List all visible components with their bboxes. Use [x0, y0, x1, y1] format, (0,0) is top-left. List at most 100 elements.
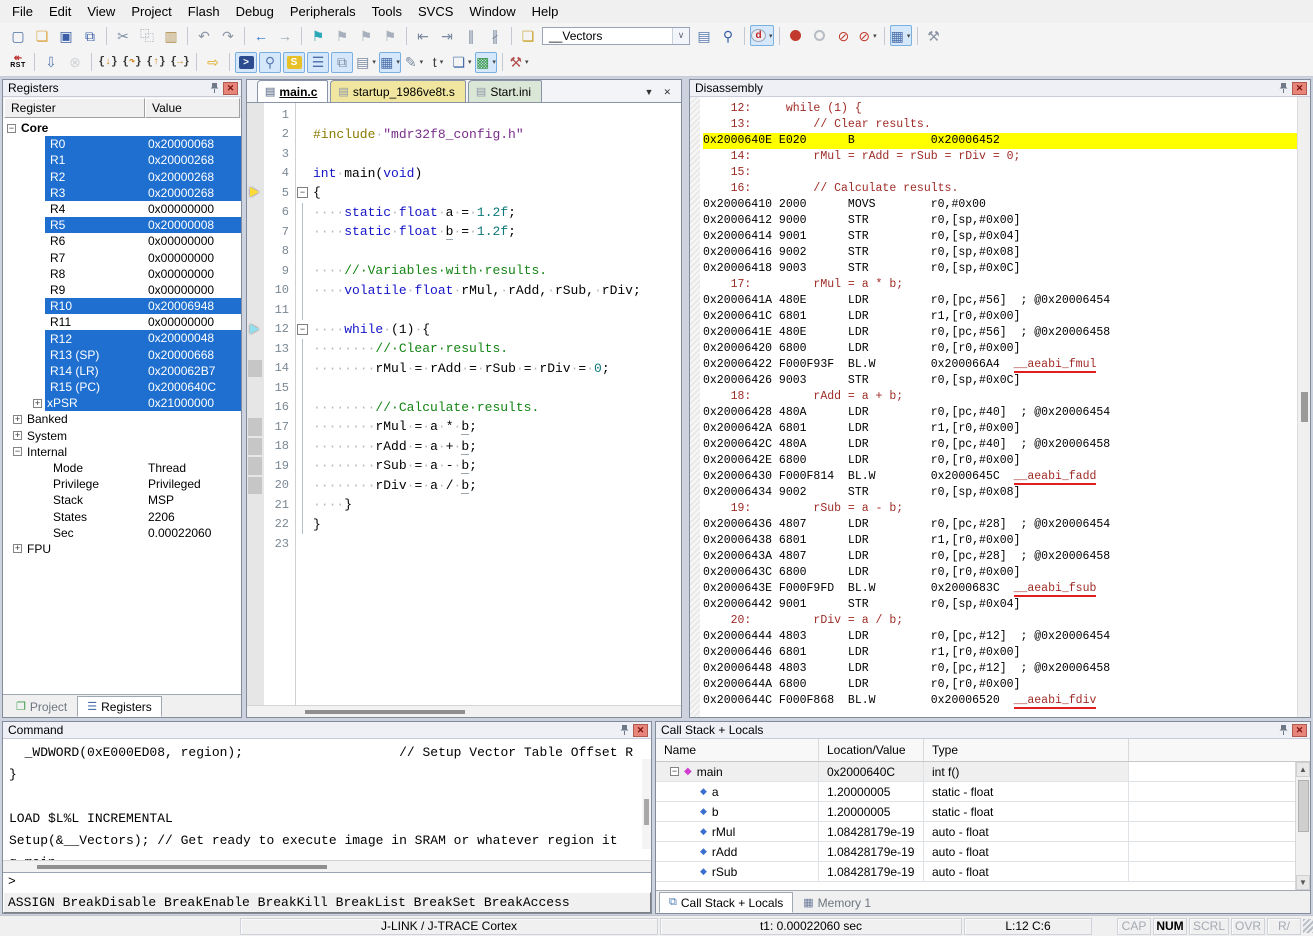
dock-tab-call-stack-locals[interactable]: ⧉Call Stack + Locals — [659, 892, 793, 913]
fold-column[interactable] — [295, 534, 310, 554]
register-row-FPU[interactable]: +FPU — [3, 541, 241, 557]
navigate-forward-button[interactable]: → — [274, 25, 296, 46]
fold-column[interactable] — [295, 222, 310, 242]
menu-item-svcs[interactable]: SVCS — [410, 1, 461, 22]
register-row-Banked[interactable]: +Banked — [3, 411, 241, 427]
scrollbar-thumb[interactable] — [305, 710, 465, 714]
disasm-source-line[interactable]: 12: while (1) { — [703, 101, 1310, 117]
editor-margin[interactable] — [247, 359, 264, 379]
disasm-instruction-line[interactable]: 0x20006414 9001 STR r0,[sp,#0x04] — [703, 229, 1310, 245]
fold-column[interactable] — [295, 105, 310, 125]
command-vertical-scrollbar[interactable] — [642, 759, 651, 849]
menu-item-window[interactable]: Window — [461, 1, 523, 22]
editor-margin[interactable] — [247, 281, 264, 301]
register-row-System[interactable]: +System — [3, 428, 241, 444]
resize-grip[interactable] — [1303, 919, 1313, 933]
editor-margin[interactable] — [247, 242, 264, 262]
register-row-R11[interactable]: R110x00000000 — [3, 314, 241, 330]
command-output[interactable]: _WDWORD(0xE000ED08, region); // Setup Ve… — [3, 739, 651, 860]
dock-tab-registers[interactable]: ☰Registers — [77, 696, 162, 717]
register-row-Privilege[interactable]: PrivilegePrivileged — [3, 476, 241, 492]
callstack-row-rAdd[interactable]: ◆rAdd1.08428179e-19auto - float — [656, 842, 1310, 862]
start-stop-debug-button[interactable]: d▾ — [750, 25, 774, 46]
expand-icon[interactable]: + — [13, 415, 22, 424]
disasm-instruction-line[interactable]: 0x20006448 4803 LDR r0,[pc,#12] ; @0x200… — [703, 661, 1310, 677]
disassembly-vertical-scrollbar[interactable] — [1297, 97, 1310, 717]
analysis-windows-button[interactable]: ❏▾ — [451, 52, 473, 73]
type-column-header[interactable]: Type — [924, 739, 1129, 761]
register-row-R15PC[interactable]: R15 (PC)0x2000640C — [3, 379, 241, 395]
symbol-link[interactable]: __aeabi_fsub — [1014, 582, 1097, 597]
editor-margin[interactable] — [247, 320, 264, 340]
unindent-button[interactable]: ⇤ — [412, 25, 434, 46]
disassembly-view[interactable]: 12: while (1) { 13: // Clear results.0x2… — [690, 97, 1310, 717]
pin-icon[interactable] — [620, 724, 629, 736]
fold-column[interactable] — [295, 515, 310, 535]
register-row-R1[interactable]: R10x20000268 — [3, 152, 241, 168]
register-row-R5[interactable]: R50x20000008 — [3, 217, 241, 233]
redo-button[interactable]: ↷ — [217, 25, 239, 46]
step-over-button[interactable]: {↷} — [121, 52, 143, 73]
fold-column[interactable] — [295, 281, 310, 301]
register-row-R12[interactable]: R120x20000048 — [3, 330, 241, 346]
collapse-icon[interactable]: − — [7, 124, 16, 133]
copy-button[interactable]: ⿻ — [136, 25, 158, 46]
disasm-instruction-line[interactable]: 0x2000644A 6800 LDR r0,[r0,#0x00] — [703, 677, 1310, 693]
close-icon[interactable]: ✕ — [1292, 724, 1307, 737]
scrollbar-thumb[interactable] — [644, 799, 649, 825]
breakpoint-enable-button[interactable] — [809, 25, 831, 46]
editor-margin[interactable] — [247, 261, 264, 281]
memory-windows-button[interactable]: ▦▾ — [379, 52, 401, 73]
scrollbar-thumb[interactable] — [1301, 392, 1308, 422]
disasm-source-line[interactable]: 16: // Calculate results. — [703, 181, 1310, 197]
editor-margin[interactable] — [247, 203, 264, 223]
disasm-instruction-line[interactable]: 0x20006436 4807 LDR r0,[pc,#28] ; @0x200… — [703, 517, 1310, 533]
editor-tab-Start-ini[interactable]: ▤Start.ini — [468, 80, 542, 102]
editor-margin[interactable] — [247, 300, 264, 320]
bookmark-next-button[interactable]: ⚑ — [355, 25, 377, 46]
code-editor[interactable]: 12#include·"mdr32f8_config.h"34int·main(… — [247, 103, 681, 705]
callstack-row-rSub[interactable]: ◆rSub1.08428179e-19auto - float — [656, 862, 1310, 882]
register-row-Internal[interactable]: −Internal — [3, 444, 241, 460]
fold-collapse-icon[interactable]: − — [297, 187, 308, 198]
code-line-10[interactable]: 10····volatile·float·rMul,·rAdd,·rSub,·r… — [247, 281, 681, 301]
register-row-Sec[interactable]: Sec0.00022060 — [3, 525, 241, 541]
collapse-icon[interactable]: − — [670, 767, 679, 776]
disasm-source-line[interactable]: 17: rMul = a * b; — [703, 277, 1310, 293]
find-in-files-button[interactable]: ❏ — [517, 25, 539, 46]
disasm-instruction-line[interactable]: 0x20006412 9000 STR r0,[sp,#0x00] — [703, 213, 1310, 229]
register-row-R2[interactable]: R20x20000268 — [3, 169, 241, 185]
register-row-Stack[interactable]: StackMSP — [3, 492, 241, 508]
symbols-window-toggle[interactable]: S — [283, 52, 305, 73]
trace-windows-button[interactable]: t▾ — [427, 52, 449, 73]
code-line-14[interactable]: 14········rMul·=·rAdd·=·rSub·=·rDiv·=·0; — [247, 359, 681, 379]
register-row-R8[interactable]: R80x00000000 — [3, 266, 241, 282]
disasm-source-line[interactable]: 14: rMul = rAdd = rSub = rDiv = 0; — [703, 149, 1310, 165]
disasm-source-line[interactable]: 19: rSub = a - b; — [703, 501, 1310, 517]
disasm-instruction-line[interactable]: 0x2000641C 6801 LDR r1,[r0,#0x00] — [703, 309, 1310, 325]
close-icon[interactable]: ✕ — [223, 82, 238, 95]
editor-tab-main-c[interactable]: ▤main.c — [257, 80, 328, 102]
lookup-symbol-button[interactable]: ▤ — [693, 25, 715, 46]
disasm-source-line[interactable]: 18: rAdd = a + b; — [703, 389, 1310, 405]
breakpoint-kill-all-button[interactable]: ⊘▾ — [857, 25, 879, 46]
editor-margin[interactable] — [247, 495, 264, 515]
register-row-R14LR[interactable]: R14 (LR)0x200062B7 — [3, 363, 241, 379]
menu-item-view[interactable]: View — [79, 1, 123, 22]
editor-margin[interactable] — [247, 456, 264, 476]
code-line-13[interactable]: 13········//·Clear·results. — [247, 339, 681, 359]
close-icon[interactable]: ✕ — [1292, 82, 1307, 95]
code-line-23[interactable]: 23 — [247, 534, 681, 554]
register-row-R10[interactable]: R100x20006948 — [3, 298, 241, 314]
close-document-icon[interactable]: ✕ — [663, 87, 671, 98]
system-viewer-button[interactable]: ▩▾ — [475, 52, 497, 73]
disasm-instruction-line[interactable]: 0x2000642E 6800 LDR r0,[r0,#0x00] — [703, 453, 1310, 469]
location-column-header[interactable]: Location/Value — [819, 739, 924, 761]
menu-item-tools[interactable]: Tools — [364, 1, 410, 22]
code-line-15[interactable]: 15 — [247, 378, 681, 398]
disasm-instruction-line[interactable]: 0x2000643C 6800 LDR r0,[r0,#0x00] — [703, 565, 1310, 581]
value-column-header[interactable]: Value — [145, 98, 240, 118]
fold-column[interactable] — [295, 359, 310, 379]
register-row-States[interactable]: States2206 — [3, 509, 241, 525]
callstack-vertical-scrollbar[interactable]: ▲ ▼ — [1295, 762, 1310, 890]
